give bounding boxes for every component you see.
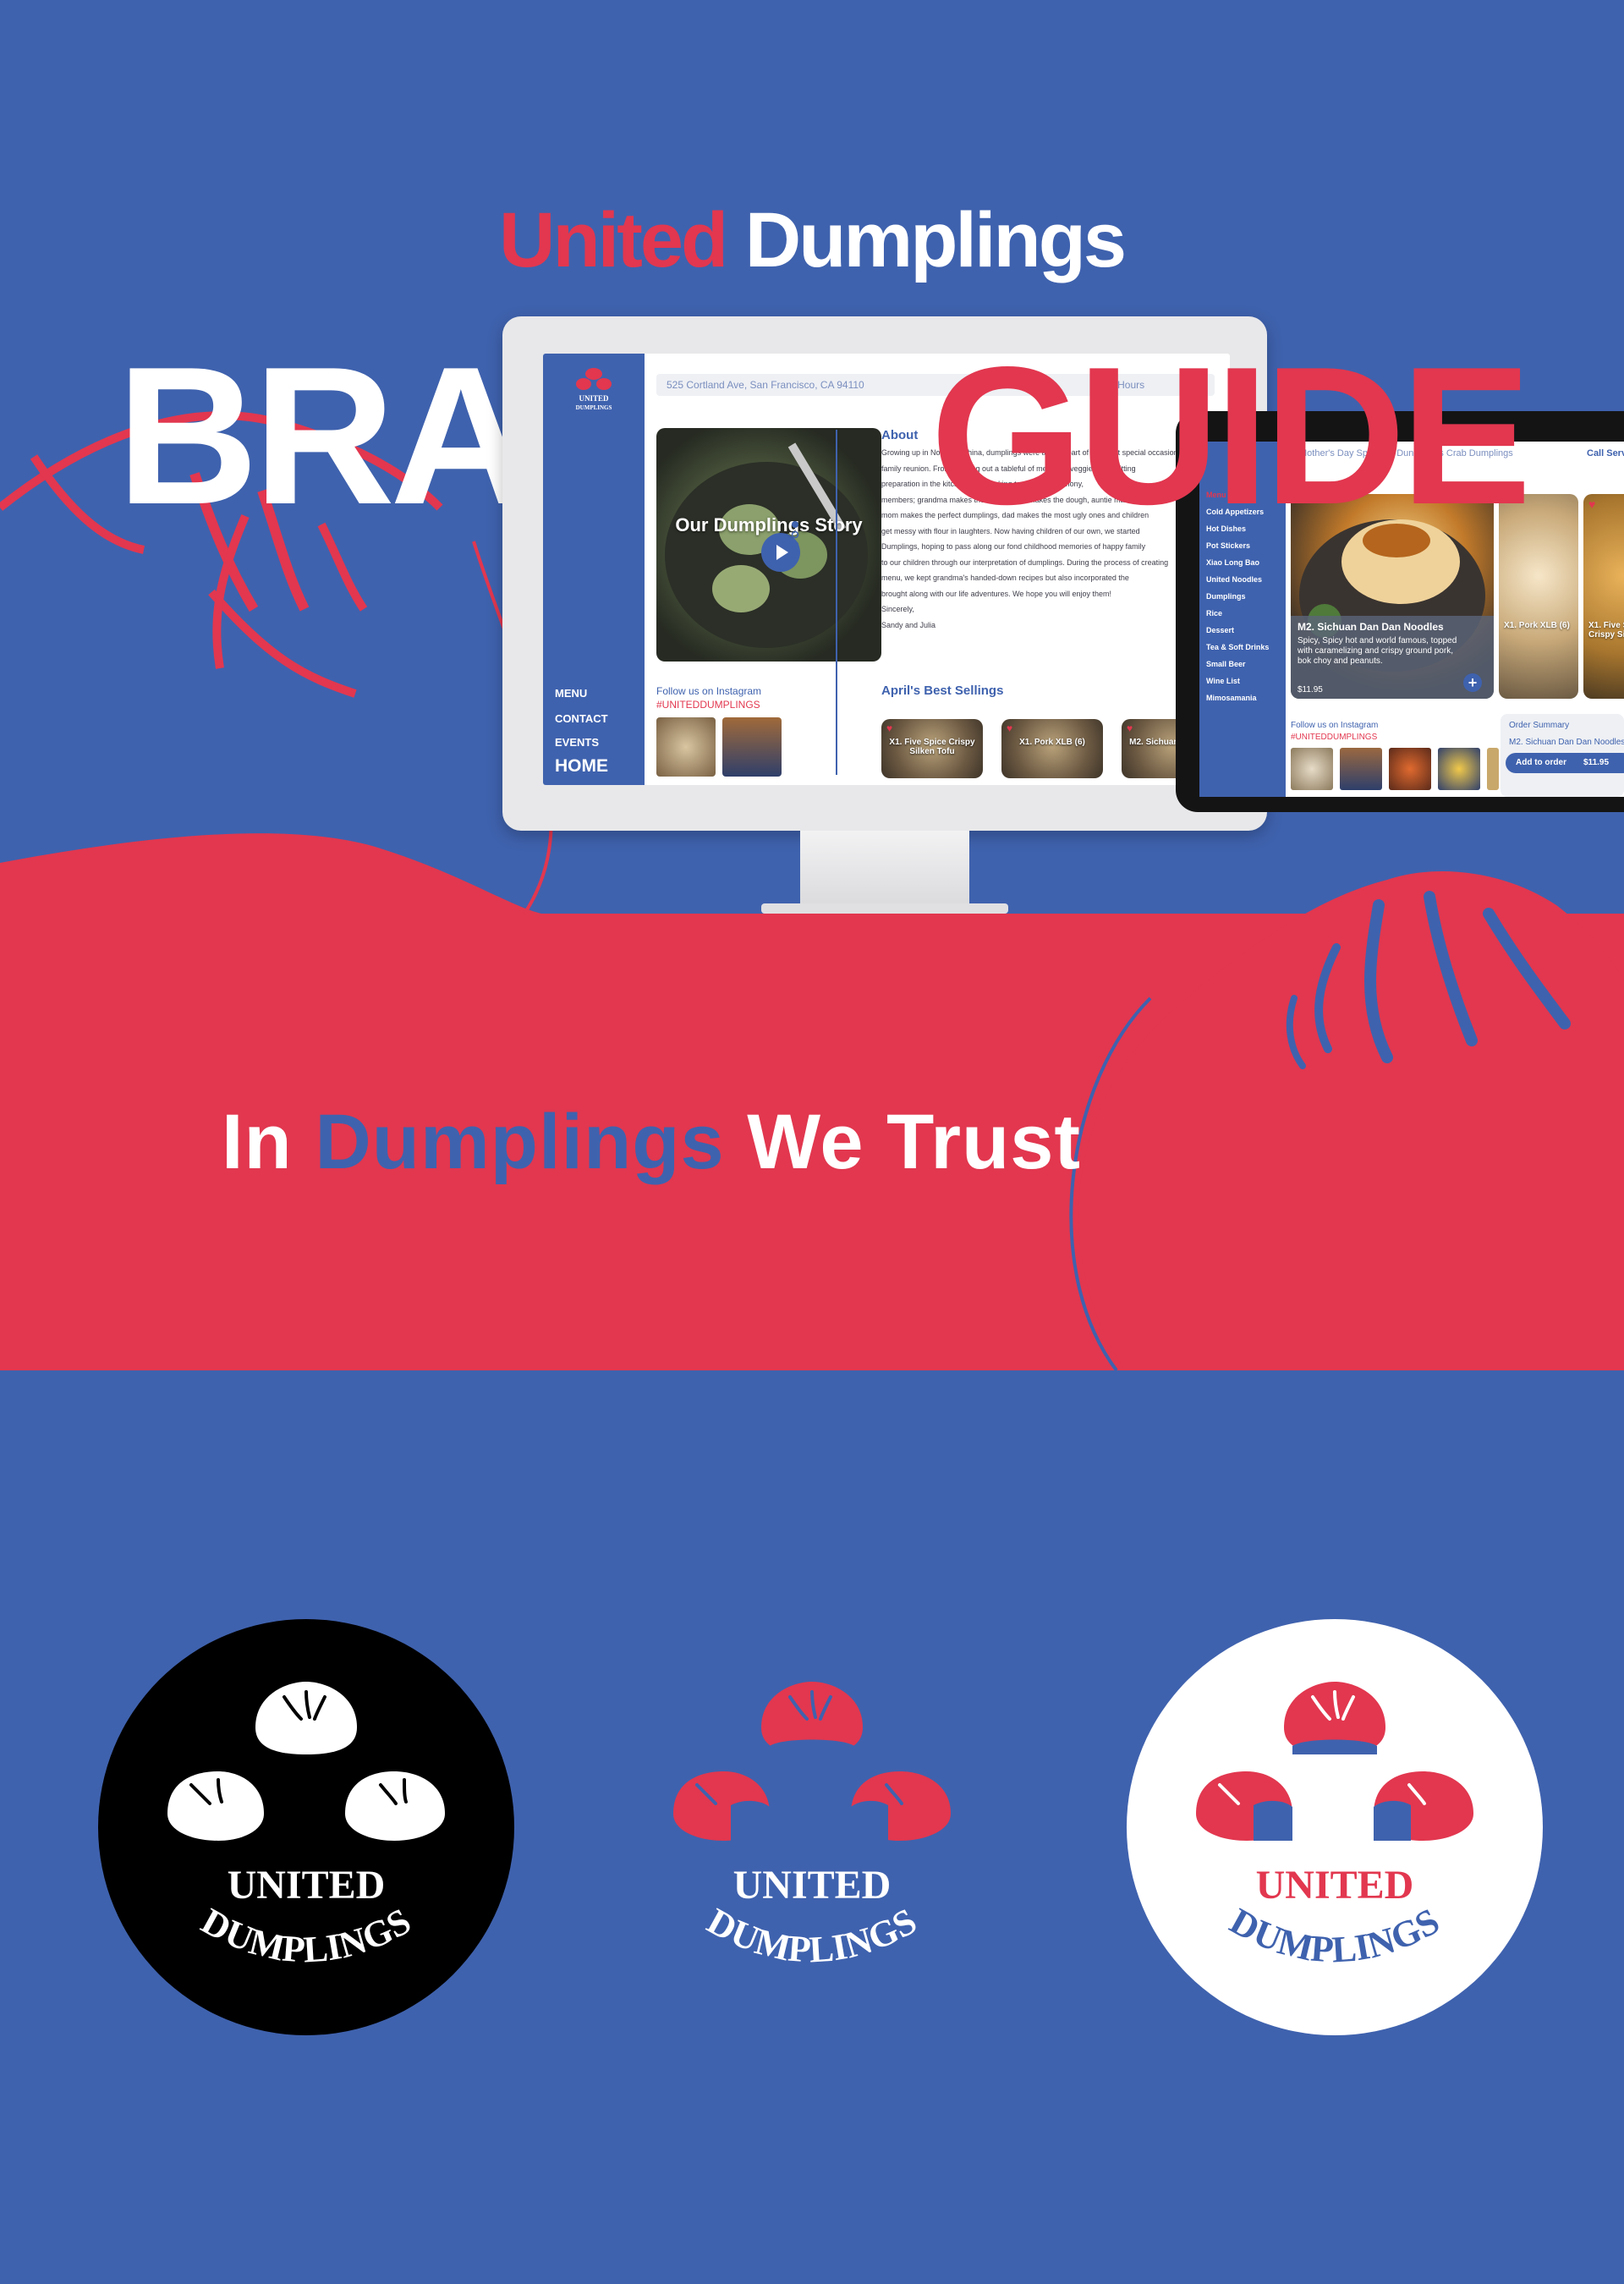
instagram-thumb[interactable] (1340, 748, 1382, 790)
heart-icon[interactable]: ♥ (1588, 497, 1595, 511)
add-dish-button[interactable]: + (1463, 673, 1482, 692)
story-card-title: Our Dumplings Story (675, 514, 863, 535)
desktop-sidebar: UNITED DUMPLINGS MENU CONTACT EVENTS HOM… (543, 354, 645, 785)
logo-white: UNITED DUMPLINGS (1127, 1619, 1543, 2035)
slogan-part1: In (222, 1099, 293, 1185)
content-divider (836, 430, 837, 775)
order-total: $11.95 (1583, 758, 1610, 767)
instagram-thumb[interactable] (1291, 748, 1333, 790)
logo-black: UNITED DUMPLINGS (98, 1619, 514, 2035)
order-summary-title: Order Summary (1509, 721, 1570, 730)
about-line: Sandy and Julia (881, 620, 936, 629)
instagram-thumb[interactable] (1487, 748, 1499, 790)
category-item[interactable]: Rice (1206, 609, 1222, 618)
dish-card-label: X1. Pork XLB (6) (1504, 621, 1570, 630)
desktop-logo-icon: UNITED DUMPLINGS (576, 368, 612, 411)
carousel-dots[interactable] (790, 519, 800, 562)
about-line: to our children through our interpretati… (881, 557, 1169, 567)
best-item-card[interactable]: ♥ X1. Five Spice Crispy Silken Tofu (881, 719, 983, 778)
about-line: menu, we kept grandma's handed-down reci… (881, 574, 1129, 582)
featured-dish-price: $11.95 (1298, 685, 1323, 695)
logo-line1: UNITED (733, 1863, 892, 1908)
dish-card-label: X1. Five Spice Crispy Silken Tofu (1588, 621, 1624, 640)
category-item[interactable]: Dessert (1206, 626, 1234, 634)
nav-menu[interactable]: MENU (555, 687, 587, 700)
nav-home[interactable]: HOME (555, 756, 608, 777)
logo-line2: DUMPLINGS (700, 1900, 924, 1970)
slogan: In Dumplings We Trust (222, 1098, 1081, 1187)
heart-icon[interactable]: ♥ (1007, 722, 1012, 734)
category-item[interactable]: United Noodles (1206, 575, 1262, 584)
featured-dish-info: M2. Sichuan Dan Dan Noodles Spicy, Spicy… (1291, 616, 1494, 699)
tablet-instagram-tag[interactable]: #UNITEDDUMPLINGS (1291, 733, 1377, 742)
instagram-thumb[interactable] (1438, 748, 1480, 790)
logo-blue: UNITED DUMPLINGS (673, 1682, 951, 1970)
category-item[interactable]: Dumplings (1206, 592, 1246, 601)
category-item[interactable]: Tea & Soft Drinks (1206, 643, 1269, 651)
order-item: M2. Sichuan Dan Dan Noodles (1509, 738, 1624, 747)
dish-card[interactable]: ♥ X1. Five Spice Crispy Silken Tofu (1583, 494, 1624, 699)
featured-dish-description: Spicy, Spicy hot and world famous, toppe… (1298, 636, 1457, 666)
brand-guide-page: United Dumplings BRA UNITED DUMPLINGS ME… (0, 0, 1624, 2284)
nav-contact[interactable]: CONTACT (555, 712, 608, 725)
order-summary: Order Summary M2. Sichuan Dan Dan Noodle… (1501, 714, 1624, 797)
category-item[interactable]: Wine List (1206, 677, 1240, 685)
instagram-thumb[interactable] (722, 717, 782, 777)
brand-part1: United (499, 197, 728, 283)
about-line: Sincerely, (881, 605, 914, 613)
about-line: brought along with our life adventures. … (881, 589, 1111, 598)
story-video-card[interactable] (656, 428, 881, 662)
best-item-card[interactable]: ♥ X1. Pork XLB (6) (1001, 719, 1103, 778)
address-text: 525 Cortland Ave, San Francisco, CA 9411… (667, 379, 864, 391)
best-sellings-title: April's Best Sellings (881, 684, 1004, 698)
add-to-order-button[interactable]: Add to order $11.95 (1506, 753, 1624, 773)
monitor-stand (800, 831, 969, 912)
instagram-tag[interactable]: #UNITEDDUMPLINGS (656, 699, 760, 711)
instagram-thumb[interactable] (1389, 748, 1431, 790)
headline-red: GUIDE (930, 327, 1532, 546)
best-item-label: X1. Pork XLB (6) (1019, 738, 1085, 747)
instagram-label[interactable]: Follow us on Instagram (656, 685, 761, 697)
headline-white: BRA (117, 327, 532, 546)
logo-line1: UNITED (228, 1863, 386, 1908)
logo-line1: UNITED (1256, 1863, 1414, 1908)
nav-events[interactable]: EVENTS (555, 736, 599, 749)
tablet-instagram-label[interactable]: Follow us on Instagram (1291, 721, 1378, 730)
category-item[interactable]: Xiao Long Bao (1206, 558, 1259, 567)
heart-icon[interactable]: ♥ (1127, 722, 1133, 734)
heart-icon[interactable]: ♥ (886, 722, 892, 734)
about-title: About (881, 428, 919, 442)
best-item-label: X1. Five Spice Crispy Silken Tofu (889, 738, 975, 756)
monitor-base (761, 903, 1008, 914)
add-to-order-label: Add to order (1516, 758, 1566, 767)
slogan-part3: We Trust (747, 1099, 1082, 1185)
slogan-part2: Dumplings (315, 1099, 725, 1185)
call-server-button[interactable]: Call Server (1587, 448, 1624, 458)
brand-part2: Dumplings (744, 197, 1127, 283)
category-item[interactable]: Small Beer (1206, 660, 1246, 668)
featured-dish-title: M2. Sichuan Dan Dan Noodles (1298, 621, 1444, 633)
instagram-thumb[interactable] (656, 717, 716, 777)
category-item[interactable]: Mimosamania (1206, 694, 1257, 702)
brand-wordmark: United Dumplings (499, 196, 1127, 285)
desktop-logo-text1: UNITED (579, 394, 609, 403)
desktop-logo-text2: DUMPLINGS (576, 404, 612, 411)
